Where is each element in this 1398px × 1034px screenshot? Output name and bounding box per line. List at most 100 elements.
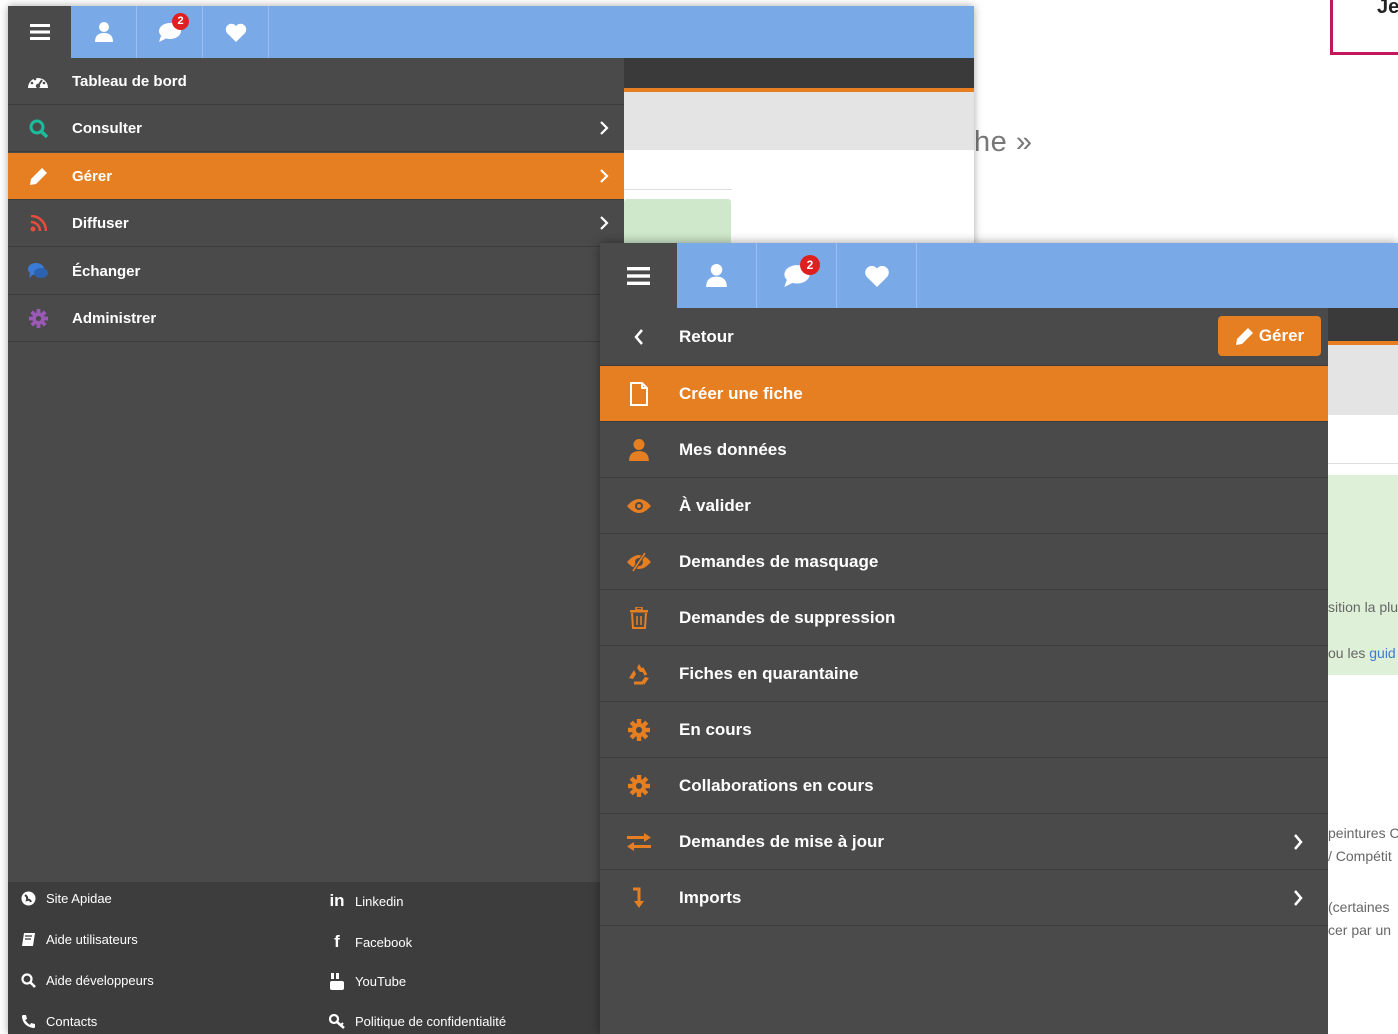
footer-link-contacts[interactable]: Contacts: [10, 1014, 97, 1029]
background-grey-block: [624, 92, 974, 150]
chevron-right-icon: [584, 121, 624, 135]
submenu-item-label: Mes données: [679, 439, 787, 459]
submenu-item-label: Fiches en quarantaine: [679, 663, 859, 683]
chevron-right-icon: [584, 216, 624, 230]
gerer-button-label: Gérer: [1258, 326, 1305, 345]
submenu-item-creer-une-fiche[interactable]: Créer une fiche: [600, 366, 1328, 422]
submenu-item-fiches-en-quarantaine[interactable]: Fiches en quarantaine: [600, 646, 1328, 702]
phone-icon: [10, 1014, 46, 1029]
submenu-item-mes-donnees[interactable]: Mes données: [600, 422, 1328, 478]
user-button[interactable]: [677, 243, 757, 308]
submenu-item-demandes-de-suppression[interactable]: Demandes de suppression: [600, 590, 1328, 646]
footer-link-label: Politique de confidentialité: [355, 1014, 507, 1029]
sidebar-item-consulter[interactable]: Consulter: [8, 105, 624, 152]
user-button[interactable]: [71, 6, 137, 58]
pencil-icon: [1235, 327, 1253, 345]
background-quote-text: he »: [974, 126, 1033, 158]
background-card-text: Je: [1377, 0, 1398, 18]
linkedin-icon: in: [329, 891, 345, 910]
exchange-icon: [600, 832, 678, 851]
messages-badge: 2: [172, 13, 189, 30]
messages-button[interactable]: 2: [137, 6, 203, 58]
user-icon: [706, 264, 727, 287]
submenu-item-label: En cours: [679, 719, 752, 739]
level-down-icon: [600, 887, 678, 909]
sidebar-item-tableau-de-bord[interactable]: Tableau de bord: [8, 58, 624, 105]
hamburger-icon: [29, 24, 50, 40]
sidebar-item-gerer[interactable]: Gérer: [8, 153, 624, 200]
footer-link-label: Site Apidae: [46, 891, 112, 906]
sidebar-footer: Site Apidae Aide utilisateurs Aide dével…: [8, 882, 624, 1034]
sidebar-item-label: Administrer: [72, 309, 157, 327]
search-icon: [10, 973, 46, 988]
sidebar-item-diffuser[interactable]: Diffuser: [8, 200, 624, 247]
footer-link-linkedin[interactable]: in Linkedin: [319, 891, 403, 911]
globe-icon: [10, 891, 46, 906]
favorites-button[interactable]: [837, 243, 917, 308]
youtube-icon: [319, 973, 355, 990]
footer-link-label: Facebook: [355, 934, 413, 950]
submenu-item-a-valider[interactable]: À valider: [600, 478, 1328, 534]
footer-link-site-apidae[interactable]: Site Apidae: [10, 891, 112, 906]
submenu-item-label: Demandes de masquage: [679, 551, 879, 571]
top-bar: 2: [8, 6, 974, 58]
background-divider: [624, 189, 732, 190]
eye-icon: [600, 498, 678, 514]
submenu-item-demandes-de-masquage[interactable]: Demandes de masquage: [600, 534, 1328, 590]
recycle-icon: [600, 663, 678, 685]
user-icon: [94, 22, 113, 42]
footer-link-aide-developpeurs[interactable]: Aide développeurs: [10, 973, 154, 988]
background-link[interactable]: guid: [1369, 645, 1395, 661]
background-text: peintures C: [1328, 825, 1398, 841]
background-card: Je: [1330, 0, 1398, 55]
trash-icon: [600, 606, 678, 629]
menu-toggle-button[interactable]: [8, 6, 71, 58]
messages-badge: 2: [800, 255, 820, 275]
heart-icon: [225, 23, 246, 42]
gerer-section-button[interactable]: Gérer: [1218, 316, 1321, 356]
chevron-left-icon: [600, 328, 678, 345]
footer-link-aide-utilisateurs[interactable]: Aide utilisateurs: [10, 932, 138, 947]
sidebar-item-label: Diffuser: [72, 214, 129, 232]
background-divider: [1328, 463, 1398, 464]
submenu-item-imports[interactable]: Imports: [600, 870, 1328, 926]
facebook-icon: f: [334, 932, 340, 951]
submenu-item-label: Créer une fiche: [679, 383, 803, 403]
rss-icon: [8, 214, 68, 232]
chevron-right-icon: [1268, 833, 1328, 850]
submenu-item-demandes-de-mise-a-jour[interactable]: Demandes de mise à jour: [600, 814, 1328, 870]
footer-link-label: YouTube: [355, 974, 407, 989]
key-icon: [319, 1014, 355, 1029]
menu-toggle-button[interactable]: [600, 243, 677, 308]
heart-icon: [864, 265, 889, 287]
hamburger-icon: [627, 266, 650, 285]
sidebar-item-administrer[interactable]: Administrer: [8, 295, 624, 342]
background-text: sition la plu: [1328, 599, 1398, 615]
footer-link-label: Aide utilisateurs: [46, 932, 138, 947]
submenu-item-label: Demandes de mise à jour: [679, 831, 885, 851]
sidebar-item-echanger[interactable]: Échanger: [8, 248, 624, 295]
cog-icon: [600, 774, 678, 797]
favorites-button[interactable]: [203, 6, 269, 58]
book-icon: [10, 932, 46, 947]
submenu-item-label: Collaborations en cours: [679, 775, 874, 795]
footer-link-label: Linkedin: [355, 893, 404, 909]
submenu-item-label: Demandes de suppression: [679, 607, 896, 627]
submenu-item-label: À valider: [679, 495, 751, 515]
sidebar-item-label: Gérer: [72, 167, 113, 185]
submenu-item-en-cours[interactable]: En cours: [600, 702, 1328, 758]
messages-button[interactable]: 2: [757, 243, 837, 308]
cog-icon: [8, 308, 68, 328]
eye-slash-icon: [600, 551, 678, 572]
footer-link-youtube[interactable]: YouTube: [319, 973, 406, 990]
chevron-right-icon: [584, 169, 624, 183]
top-bar: 2: [600, 243, 1398, 308]
back-row[interactable]: Retour Gérer: [600, 308, 1328, 366]
footer-link-facebook[interactable]: f Facebook: [319, 932, 412, 952]
search-icon: [8, 119, 68, 138]
footer-link-politique-confidentialite[interactable]: Politique de confidentialité: [319, 1014, 506, 1029]
background-grey-block: [1328, 345, 1398, 415]
dashboard-icon: [8, 72, 68, 90]
submenu-item-collaborations-en-cours[interactable]: Collaborations en cours: [600, 758, 1328, 814]
cog-icon: [600, 718, 678, 741]
